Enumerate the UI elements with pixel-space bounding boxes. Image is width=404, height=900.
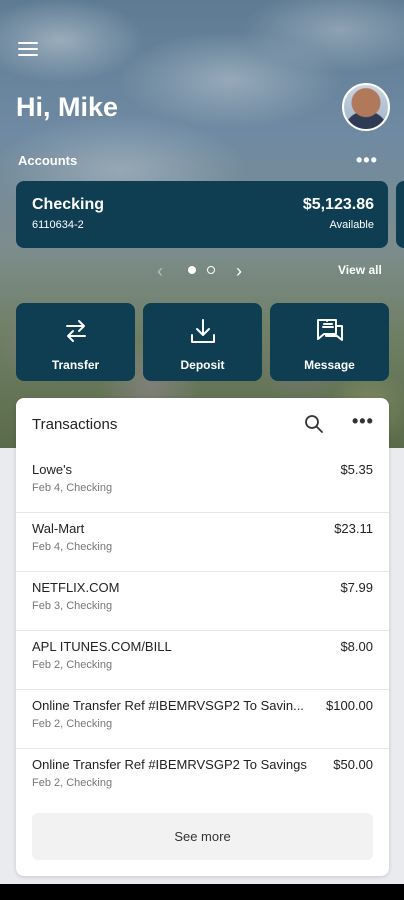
search-icon[interactable] [304,414,324,434]
transactions-card: Transactions ••• Lowe's Feb 4, Checking … [16,398,389,876]
transaction-meta: Feb 3, Checking [32,600,113,612]
pager-dot-inactive[interactable] [207,266,215,274]
transaction-meta: Feb 4, Checking [32,541,113,553]
transaction-row[interactable]: APL ITUNES.COM/BILL Feb 2, Checking $8.0… [16,631,389,690]
deposit-button[interactable]: Deposit [143,303,262,381]
transaction-row[interactable]: Lowe's Feb 4, Checking $5.35 [16,454,389,513]
transaction-amount: $50.00 [333,757,373,772]
greeting: Hi, Mike [16,92,119,122]
user-avatar[interactable] [342,83,390,131]
message-button[interactable]: Message [270,303,389,381]
transaction-meta: Feb 2, Checking [32,718,113,730]
transaction-amount: $8.00 [340,639,373,654]
see-more-button[interactable]: See more [32,813,373,860]
account-balance-label: Available [329,219,374,231]
transaction-row[interactable]: Online Transfer Ref #IBEMRVSGP2 To Savin… [16,690,389,749]
transaction-row[interactable]: Online Transfer Ref #IBEMRVSGP2 To Savin… [16,749,389,808]
transaction-description: Lowe's [32,462,73,477]
deposit-download-icon [190,319,215,343]
transfer-label: Transfer [51,358,100,372]
system-navigation-bar [0,884,404,900]
view-all-link[interactable]: View all [338,263,382,277]
accounts-label: Accounts [18,153,78,168]
chevron-right-icon[interactable]: › [236,261,242,282]
transaction-meta: Feb 2, Checking [32,777,113,789]
account-name: Checking [32,196,105,213]
message-chat-icon [316,319,343,341]
transactions-more-icon[interactable]: ••• [352,411,374,432]
account-number: 6110634-2 [32,219,84,231]
transaction-description: NETFLIX.COM [32,580,120,595]
transfer-arrows-icon [65,320,86,342]
next-account-card-peek[interactable] [396,181,404,248]
transaction-amount: $23.11 [334,521,373,536]
transaction-description: Wal-Mart [32,521,85,536]
transaction-description: APL ITUNES.COM/BILL [32,639,172,654]
chevron-left-icon[interactable]: ‹ [157,261,163,282]
transaction-description: Online Transfer Ref #IBEMRVSGP2 To Savin… [32,757,307,772]
transaction-row[interactable]: NETFLIX.COM Feb 3, Checking $7.99 [16,572,389,631]
pager-dot-active [188,266,196,274]
transaction-description: Online Transfer Ref #IBEMRVSGP2 To Savin… [32,698,304,713]
account-balance: $5,123.86 [302,196,374,213]
accounts-more-icon[interactable]: ••• [356,150,378,171]
hamburger-menu-icon[interactable] [18,42,38,58]
account-card-checking[interactable]: Checking 6110634-2 $5,123.86 Available [16,181,388,248]
transfer-button[interactable]: Transfer [16,303,135,381]
deposit-label: Deposit [180,358,225,372]
message-label: Message [304,358,355,372]
transaction-amount: $7.99 [340,580,373,595]
transaction-meta: Feb 2, Checking [32,659,113,671]
transaction-amount: $100.00 [326,698,373,713]
transaction-amount: $5.35 [340,462,373,477]
transactions-title: Transactions [32,416,118,433]
transaction-meta: Feb 4, Checking [32,482,113,494]
transaction-row[interactable]: Wal-Mart Feb 4, Checking $23.11 [16,513,389,572]
